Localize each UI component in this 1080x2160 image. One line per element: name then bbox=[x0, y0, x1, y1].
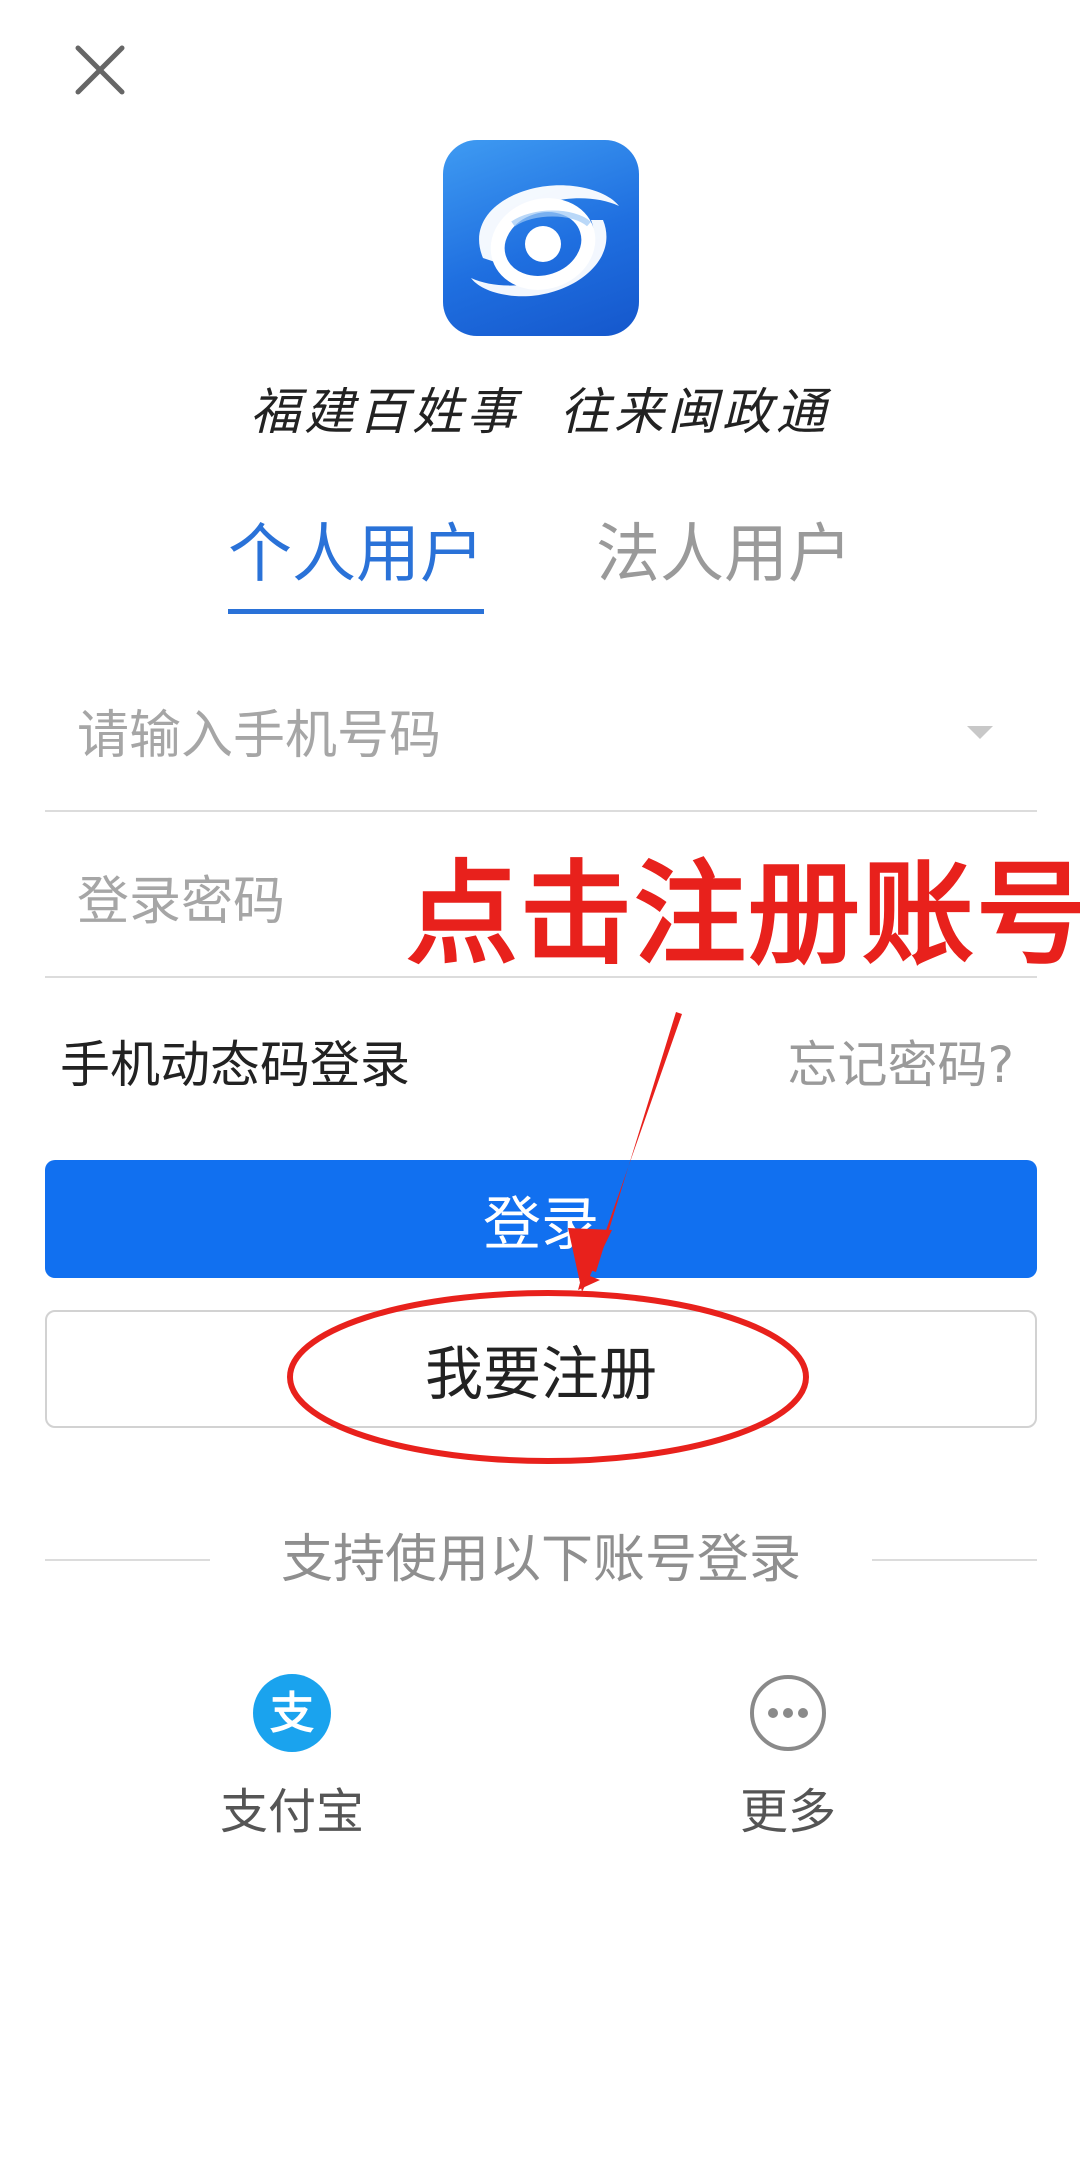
more-icon bbox=[750, 1675, 826, 1751]
sms-login-link[interactable]: 手机动态码登录 bbox=[60, 1020, 410, 1110]
user-type-tabs: 个人用户 法人用户 bbox=[0, 510, 1080, 620]
close-icon bbox=[75, 45, 125, 95]
annotation-tip: 点击注册账号 bbox=[406, 850, 1080, 980]
third-party-divider: 支持使用以下账号登录 bbox=[45, 1520, 1037, 1600]
slogan: 福建百姓事 往来闽政通 bbox=[250, 383, 830, 441]
svg-text:支: 支 bbox=[270, 1688, 314, 1739]
app-logo-icon bbox=[471, 185, 619, 297]
login-screen: 福建百姓事 往来闽政通 个人用户 法人用户 手机动态码登录 忘记密码? 登录 我… bbox=[0, 0, 1080, 2160]
close-button[interactable] bbox=[60, 30, 140, 110]
alipay-login[interactable]: 支 支付宝 bbox=[172, 1672, 412, 1882]
forgot-password-link[interactable]: 忘记密码? bbox=[787, 1020, 1014, 1110]
divider-line-right bbox=[872, 1559, 1037, 1561]
more-login[interactable]: 更多 bbox=[668, 1672, 908, 1882]
tab-personal-user[interactable]: 个人用户 bbox=[228, 510, 484, 614]
login-options-row: 手机动态码登录 忘记密码? bbox=[60, 1020, 1020, 1110]
alipay-label: 支付宝 bbox=[219, 1784, 364, 1840]
phone-input[interactable] bbox=[77, 696, 937, 776]
tab-corporate-user[interactable]: 法人用户 bbox=[596, 510, 852, 600]
phone-field bbox=[45, 660, 1037, 812]
register-button[interactable]: 我要注册 bbox=[45, 1310, 1037, 1428]
more-label: 更多 bbox=[739, 1784, 836, 1840]
alipay-icon: 支 bbox=[253, 1674, 331, 1752]
app-logo bbox=[443, 140, 639, 336]
caret-down-icon[interactable] bbox=[967, 726, 993, 739]
login-button[interactable]: 登录 bbox=[45, 1160, 1037, 1278]
